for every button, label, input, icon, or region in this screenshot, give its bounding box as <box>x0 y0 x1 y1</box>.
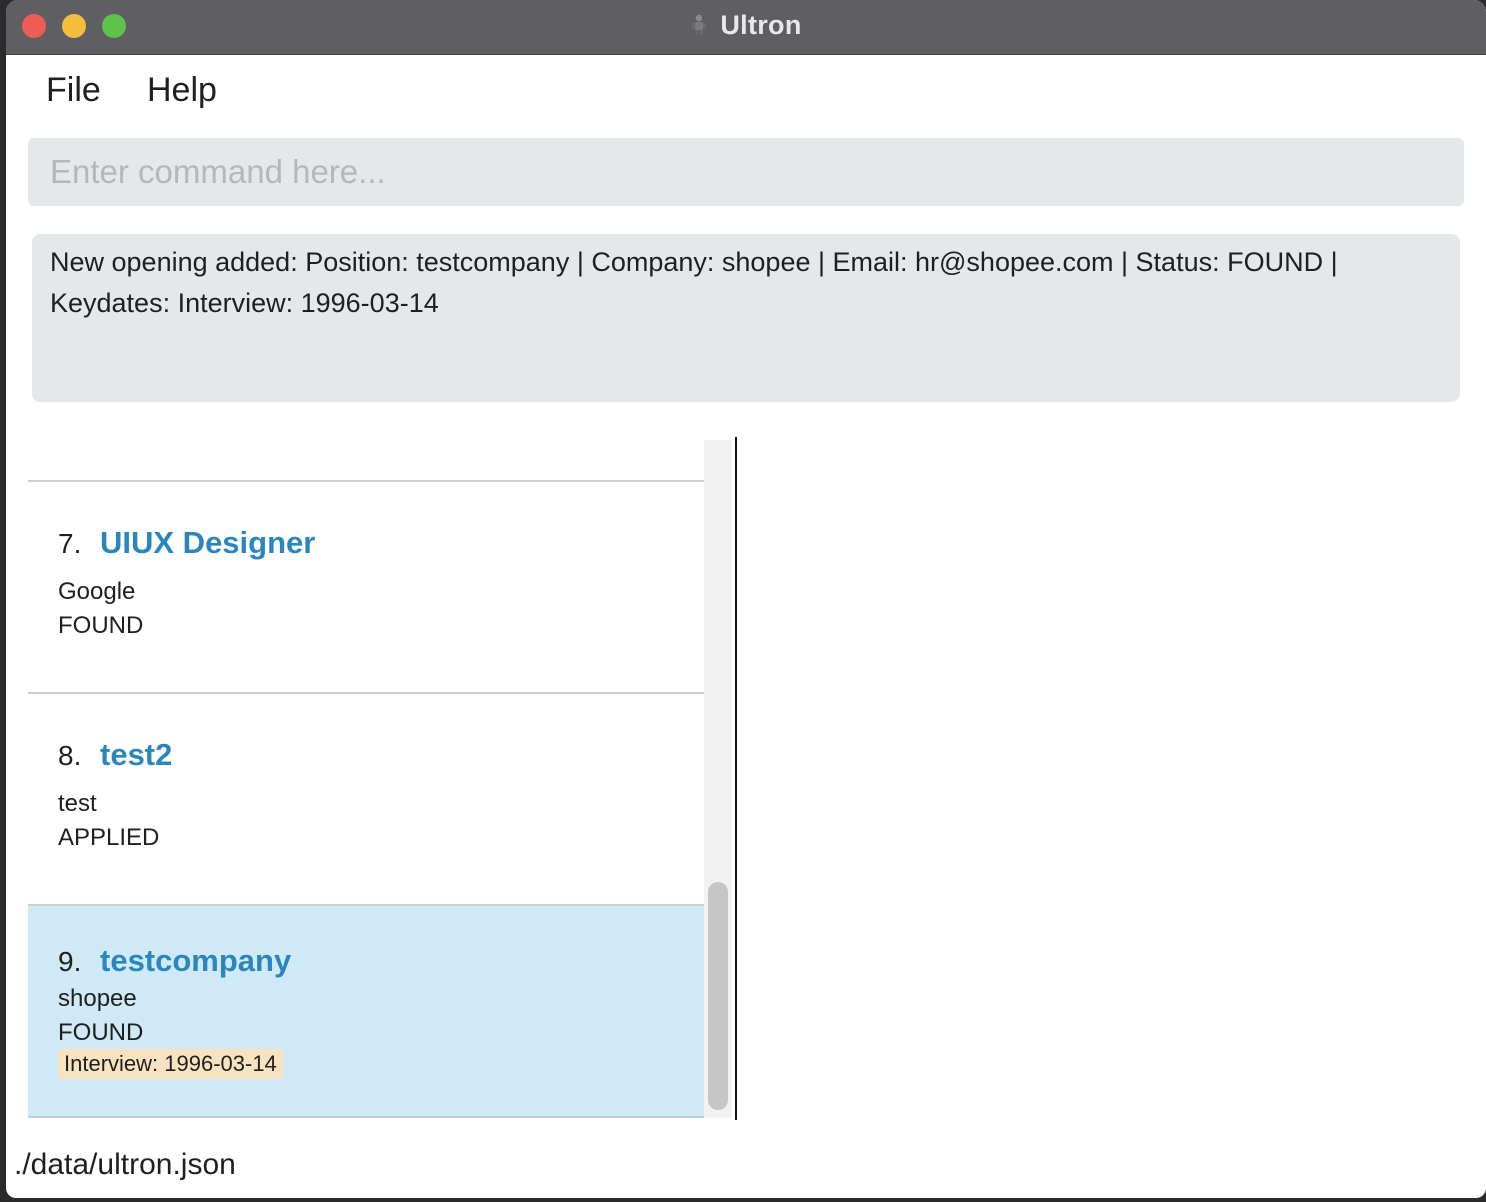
keydate-badge: Interview: 1996-03-14 <box>58 1049 283 1079</box>
opening-position: test2 <box>100 737 173 772</box>
list-scrollbar[interactable] <box>704 440 732 1118</box>
opening-index: 9. <box>58 946 82 977</box>
opening-index: 8. <box>58 740 82 771</box>
opening-status: FOUND <box>58 1019 144 1046</box>
opening-company: shopee <box>58 985 137 1012</box>
menu-help[interactable]: Help <box>147 71 217 110</box>
app-icon <box>690 14 708 36</box>
result-line-1: New opening added: Position: testcompany… <box>50 247 1338 277</box>
opening-header: 8. test2 <box>58 737 172 773</box>
result-display: New opening added: Position: testcompany… <box>32 234 1460 402</box>
opening-position: testcompany <box>100 943 292 978</box>
window-title-group: Ultron <box>6 0 1486 50</box>
list-item-opening-7[interactable]: 7. UIUX Designer Google FOUND <box>28 480 704 691</box>
opening-status: FOUND <box>58 612 144 639</box>
opening-position: UIUX Designer <box>100 525 316 560</box>
opening-header: 9. testcompany <box>58 943 291 979</box>
opening-status: APPLIED <box>58 824 160 851</box>
opening-index: 7. <box>58 528 82 559</box>
opening-list[interactable]: 7. UIUX Designer Google FOUND 8. test2 t… <box>28 440 704 1118</box>
window-title: Ultron <box>720 9 802 40</box>
command-input[interactable] <box>28 138 1464 206</box>
menu-bar: File Help <box>6 55 1486 127</box>
panel-divider <box>735 437 737 1120</box>
title-bar[interactable]: Ultron <box>6 0 1486 55</box>
scrollbar-thumb[interactable] <box>708 882 728 1110</box>
app-window: Ultron File Help New opening added: Posi… <box>6 0 1486 1198</box>
list-item-opening-9[interactable]: 9. testcompany shopee FOUND Interview: 1… <box>28 904 704 1118</box>
menu-file[interactable]: File <box>46 71 101 110</box>
opening-company: test <box>58 790 97 817</box>
status-bar-path: ./data/ultron.json <box>14 1148 236 1181</box>
result-line-2: Keydates: Interview: 1996-03-14 <box>50 288 439 318</box>
list-item-opening-8[interactable]: 8. test2 test APPLIED <box>28 692 704 903</box>
opening-company: Google <box>58 578 136 605</box>
opening-header: 7. UIUX Designer <box>58 525 315 561</box>
